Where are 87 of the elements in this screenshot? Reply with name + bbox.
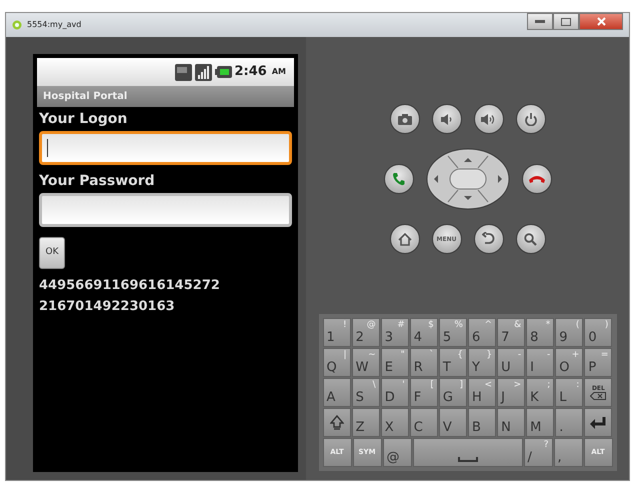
volume-down-button[interactable] xyxy=(432,104,462,134)
home-icon xyxy=(398,232,412,246)
phone-icon xyxy=(392,172,406,186)
search-button[interactable] xyxy=(516,224,546,254)
keyboard-key[interactable]: T { xyxy=(438,348,467,377)
shift-arrow-icon xyxy=(330,414,344,430)
camera-icon xyxy=(398,114,412,124)
clock-time: 2:46 xyxy=(234,63,267,82)
keyboard-key[interactable]: N xyxy=(497,408,526,437)
maximize-icon xyxy=(561,18,571,26)
call-button[interactable] xyxy=(384,164,414,194)
space-bar-icon xyxy=(458,457,478,462)
field-label: Your Password xyxy=(39,172,156,191)
camera-button[interactable] xyxy=(390,104,420,134)
keyboard-key[interactable]: B xyxy=(468,408,496,437)
keyboard-key[interactable]: 2 @ xyxy=(352,318,380,347)
keyboard-key[interactable]: O + xyxy=(555,348,584,377)
enter-key[interactable] xyxy=(584,408,612,437)
keyboard-key[interactable]: P = xyxy=(584,348,612,377)
shift-key[interactable] xyxy=(322,408,351,437)
keyboard-key[interactable]: L : xyxy=(555,378,584,407)
power-icon xyxy=(524,112,536,126)
keyboard-key[interactable]: 6 ^ xyxy=(468,318,496,347)
keyboard-key[interactable]: 1 ! xyxy=(322,318,351,347)
keyboard-key[interactable]: M xyxy=(526,408,554,437)
home-button[interactable] xyxy=(390,224,420,254)
keyboard-key[interactable]: Y } xyxy=(468,348,496,377)
keyboard-key[interactable]: A xyxy=(322,378,351,407)
enter-arrow-icon xyxy=(589,416,608,430)
minimize-icon xyxy=(535,20,545,23)
backspace-icon xyxy=(590,392,606,400)
keyboard-key[interactable]: 8 * xyxy=(526,318,554,347)
ok-button[interactable]: OK xyxy=(39,237,65,269)
keyboard-key[interactable]: D ' xyxy=(380,378,409,407)
keyboard-key[interactable]: X xyxy=(380,408,409,437)
keyboard-key[interactable]: Q | xyxy=(322,348,351,377)
keyboard-key[interactable]: I - xyxy=(526,348,554,377)
dpad[interactable] xyxy=(426,148,510,210)
output-text: 44956691169616145272 xyxy=(39,277,221,295)
power-button[interactable] xyxy=(516,104,546,134)
keyboard-key[interactable]: R ` xyxy=(410,348,438,377)
app-title-bar: Hospital Portal xyxy=(37,86,294,107)
maximize-button[interactable] xyxy=(553,13,579,30)
keyboard-key[interactable]: 7 & xyxy=(497,318,526,347)
back-arrow-icon xyxy=(482,232,495,246)
window-title: 5554:my_avd xyxy=(27,19,82,31)
network-3g-icon xyxy=(174,64,192,80)
keyboard-key[interactable]: C xyxy=(410,408,438,437)
keyboard-key[interactable]: 4 $ xyxy=(410,318,438,347)
keyboard-key[interactable]: Z xyxy=(352,408,380,437)
input-field[interactable] xyxy=(39,193,292,227)
keyboard-key[interactable]: K ; xyxy=(526,378,554,407)
input-field[interactable] xyxy=(39,131,292,165)
output-text: 216701492230163 xyxy=(39,298,176,316)
search-icon xyxy=(524,232,537,246)
keyboard-key[interactable]: V xyxy=(438,408,467,437)
volume-up-button[interactable] xyxy=(474,104,504,134)
end-call-button[interactable] xyxy=(522,164,552,194)
keyboard-key[interactable]: . xyxy=(555,408,584,437)
close-icon xyxy=(596,17,606,26)
hang-up-icon xyxy=(528,175,544,183)
keyboard-key[interactable]: J > xyxy=(497,378,526,407)
keyboard-key[interactable]: E " xyxy=(380,348,409,377)
close-button[interactable] xyxy=(579,13,623,30)
field-label: Your Logon xyxy=(39,110,128,129)
keyboard-key[interactable]: / ? xyxy=(524,438,552,467)
keyboard-key[interactable]: 9 ( xyxy=(555,318,584,347)
space-key[interactable] xyxy=(412,438,522,467)
keyboard-key[interactable]: U - xyxy=(497,348,526,377)
keyboard-key[interactable]: 3 # xyxy=(380,318,409,347)
keyboard-key[interactable]: H < xyxy=(468,378,496,407)
keyboard-key[interactable]: F [ xyxy=(410,378,438,407)
speaker-icon xyxy=(440,114,452,124)
keyboard-key[interactable]: , xyxy=(554,438,582,467)
keyboard-key[interactable]: 0 ) xyxy=(584,318,612,347)
android-icon xyxy=(12,20,22,30)
keyboard-key[interactable]: G ] xyxy=(438,378,467,407)
clock-ampm: AM xyxy=(272,66,286,78)
keyboard-key[interactable]: @ xyxy=(382,438,412,467)
keyboard-key[interactable]: W ~ xyxy=(352,348,380,377)
loud-speaker-icon xyxy=(481,114,496,124)
battery-icon xyxy=(214,66,232,78)
minimize-button[interactable] xyxy=(527,13,553,30)
back-button[interactable] xyxy=(474,224,504,254)
keyboard-key[interactable]: 5 % xyxy=(438,318,467,347)
keyboard-key[interactable]: S \ xyxy=(352,378,380,407)
signal-icon xyxy=(194,64,212,80)
